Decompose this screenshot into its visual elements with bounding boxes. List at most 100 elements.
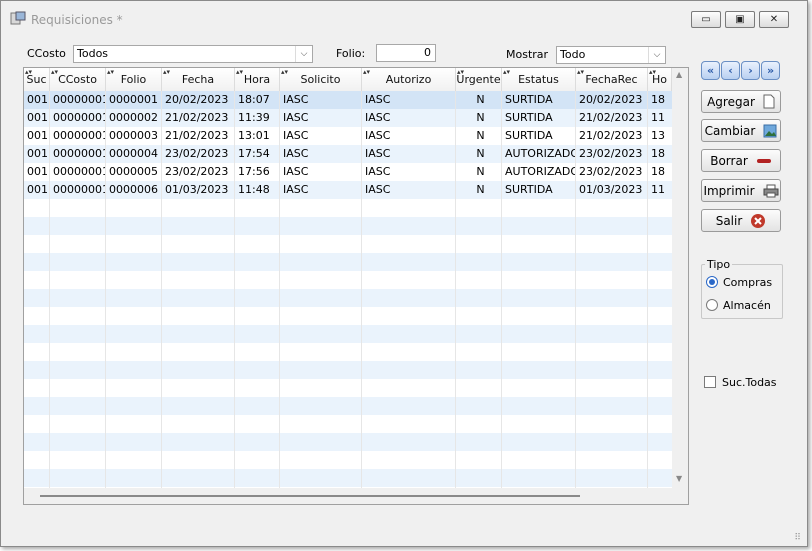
table-cell: IASC [365,111,391,124]
column-header[interactable]: ▴▾ Folio [106,68,162,91]
requisiciones-table[interactable]: ▴▾ Suc ▴▾ CCosto ▴▾ Folio ▴▾ Fecha ▴▾ Hora ▴▾ Solic… [23,67,689,505]
table-cell: IASC [283,129,309,142]
column-divider [105,91,106,488]
prev-record-button[interactable]: ‹ [721,61,740,80]
scroll-up-icon[interactable]: ▲ [676,70,682,79]
table-cell: 21/02/2023 [579,129,643,142]
table-cell: 01/03/2023 [165,183,229,196]
table-cell: 001 [27,129,48,142]
column-header[interactable]: ▴▾ Estatus [502,68,576,91]
column-header-label: Fecha [181,73,215,86]
last-record-button[interactable]: » [761,61,780,80]
table-cell: 00000001 [53,183,106,196]
table-cell: 18 [651,93,665,106]
table-cell: 11:39 [238,111,270,124]
sort-icon: ▴▾ [577,68,585,76]
table-cell: 17:54 [238,147,270,160]
table-cell: 18 [651,165,665,178]
table-cell: 13 [651,129,665,142]
table-cell: 11 [651,183,665,196]
exit-icon [751,213,766,228]
table-cell: 0000005 [109,165,158,178]
table-cell: 21/02/2023 [579,111,643,124]
sort-icon: ▴▾ [107,68,115,76]
column-divider [279,91,280,488]
salir-button[interactable]: Salir [701,209,781,232]
minimize-button[interactable]: ▭ [691,11,721,28]
sort-icon: ▴▾ [281,68,289,76]
cambiar-label: Cambiar [704,123,756,138]
column-divider [361,91,362,488]
almacen-radio[interactable] [706,299,718,311]
table-cell: IASC [365,183,391,196]
column-header[interactable]: ▴▾ FechaRec [576,68,648,91]
suc-todas-checkbox[interactable] [704,376,716,388]
table-cell: IASC [283,93,309,106]
horizontal-scrollbar[interactable] [24,488,688,504]
delete-icon [756,158,771,163]
column-divider [49,91,50,488]
first-record-button[interactable]: « [701,61,720,80]
column-header[interactable]: ▴▾ Autorizo [362,68,456,91]
table-cell: 0000001 [109,93,158,106]
borrar-button[interactable]: Borrar [701,149,781,172]
table-cell: 23/02/2023 [579,147,643,160]
table-cell: 00000001 [53,129,106,142]
folio-input[interactable]: 0 [376,44,436,62]
column-header[interactable]: ▴▾ Solicito [280,68,362,91]
column-divider [575,91,576,488]
scroll-down-icon[interactable]: ▼ [676,474,682,483]
mostrar-select[interactable]: Todo ⌵ [556,46,666,64]
table-cell: 18 [651,147,665,160]
maximize-icon: ▣ [735,14,745,25]
table-cell: 18:07 [238,93,270,106]
compras-label[interactable]: Compras [723,276,772,289]
close-button[interactable]: ✕ [759,11,789,28]
column-header[interactable]: ▴▾ Hora [235,68,280,91]
sort-icon: ▴▾ [649,68,657,76]
table-cell: AUTORIZADO [505,147,576,160]
table-cell: 00000001 [53,165,106,178]
table-cell: IASC [283,147,309,160]
next-record-button[interactable]: › [741,61,760,80]
column-header[interactable]: ▴▾ Suc [24,68,50,91]
table-cell: AUTORIZADO [505,165,576,178]
column-header-label: Hora [243,73,271,86]
table-cell: IASC [365,147,391,160]
vertical-scrollbar[interactable]: ▲ ▼ [672,68,688,488]
resize-grip-icon[interactable]: ⠿ [794,533,801,543]
printer-icon [763,184,779,197]
cambiar-button[interactable]: Cambiar [701,119,781,142]
minimize-icon: ▭ [701,14,711,25]
column-header-label: Solicito [300,73,341,86]
column-divider [161,91,162,488]
title-bar[interactable]: Requisiciones * ▭ ▣ ✕ [1,1,807,33]
table-cell: SURTIDA [505,111,553,124]
column-header[interactable]: ▴▾ Ho [648,68,672,91]
suc-todas-label[interactable]: Suc.Todas [722,376,777,389]
table-cell: 11:48 [238,183,270,196]
almacen-label[interactable]: Almacén [723,299,771,312]
column-header[interactable]: ▴▾ Urgente [456,68,502,91]
maximize-button[interactable]: ▣ [725,11,755,28]
table-cell: 11 [651,111,665,124]
table-cell: 001 [27,147,48,160]
table-cell: 001 [27,183,48,196]
table-cell: 17:56 [238,165,270,178]
imprimir-button[interactable]: Imprimir [701,179,781,202]
ccosto-label: CCosto [27,47,66,60]
table-cell: SURTIDA [505,183,553,196]
table-cell: 23/02/2023 [165,147,229,160]
column-header[interactable]: ▴▾ CCosto [50,68,106,91]
agregar-button[interactable]: Agregar [701,90,781,113]
column-divider [647,91,648,488]
horizontal-scroll-thumb[interactable] [40,495,580,497]
compras-radio[interactable] [706,276,718,288]
column-header[interactable]: ▴▾ Fecha [162,68,235,91]
table-header: ▴▾ Suc ▴▾ CCosto ▴▾ Folio ▴▾ Fecha ▴▾ Hora ▴▾ Solic… [24,68,672,92]
chevron-right-icon: › [748,64,753,77]
salir-label: Salir [715,213,743,228]
ccosto-select[interactable]: Todos ⌵ [73,45,313,63]
table-cell: IASC [365,129,391,142]
new-document-icon [763,94,775,109]
